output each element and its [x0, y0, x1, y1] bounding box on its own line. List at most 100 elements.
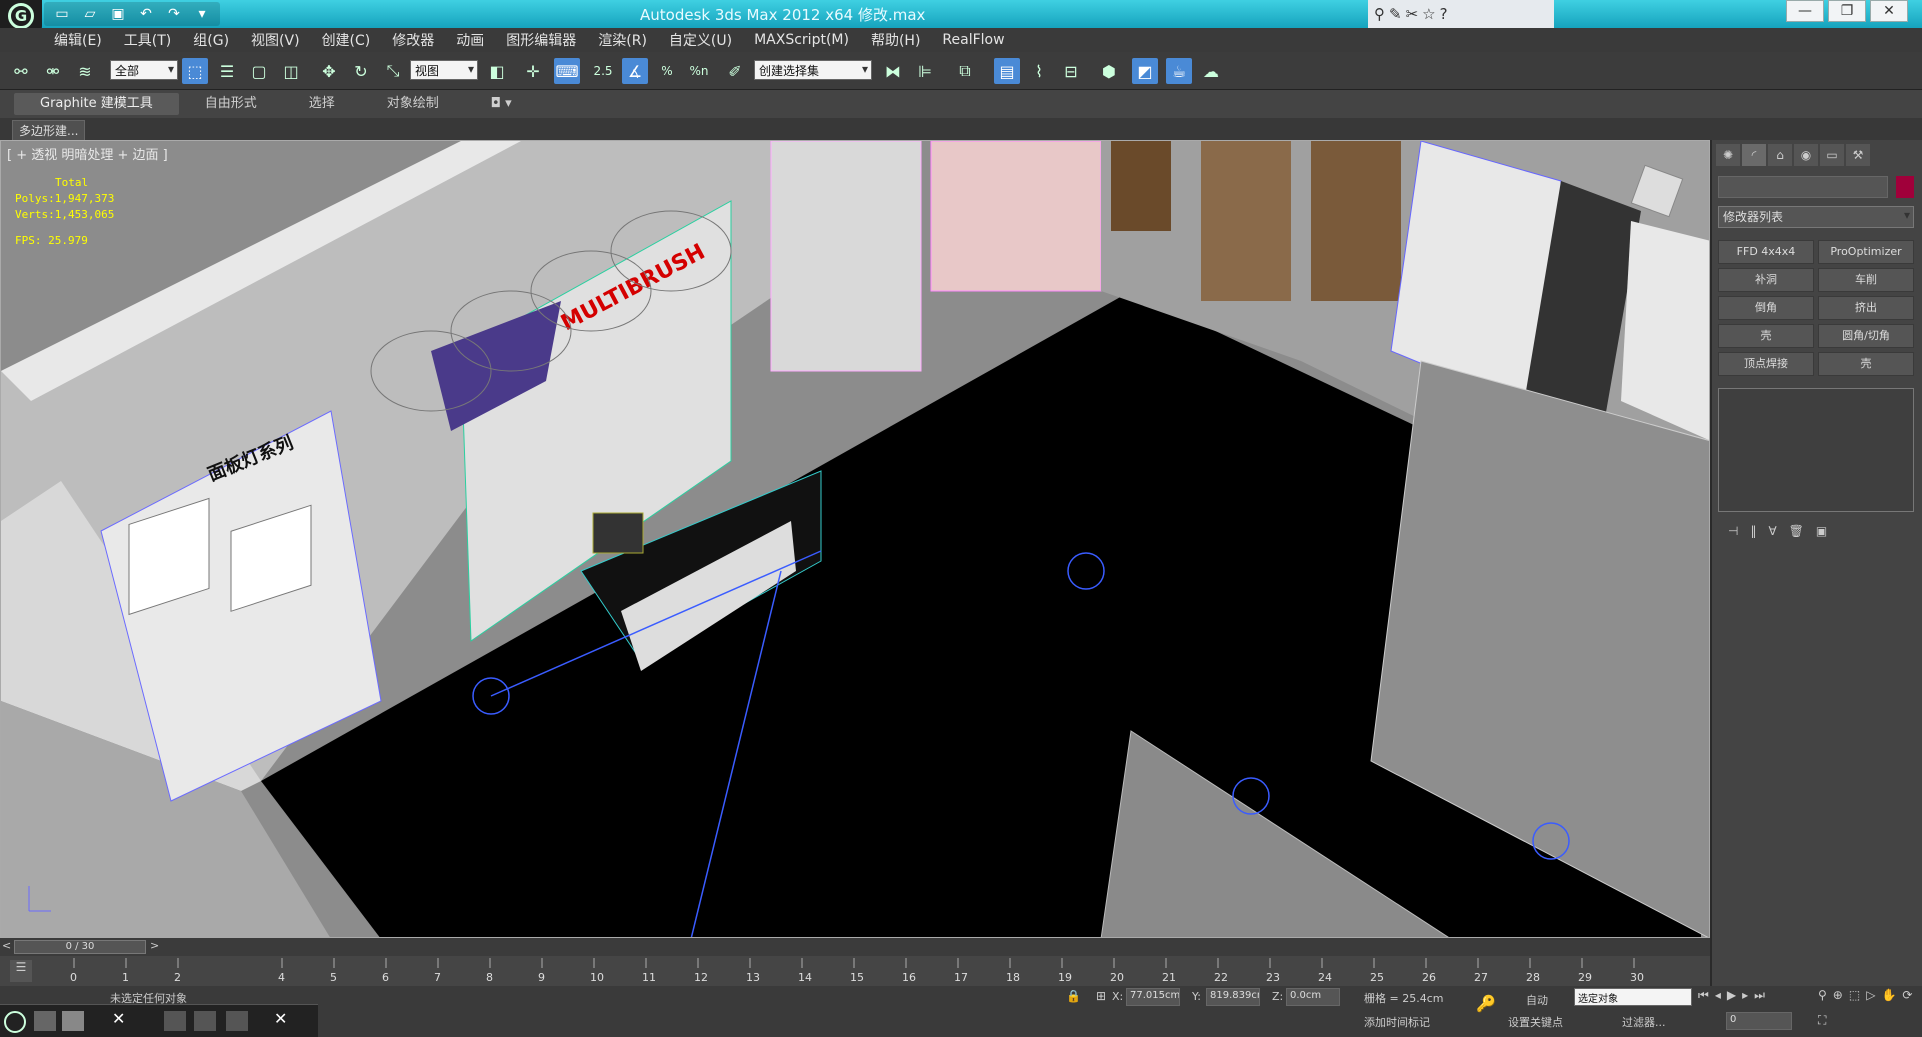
zoom-icon[interactable]: ⚲ — [1818, 988, 1827, 1007]
binoculars-icon[interactable]: ⚲ — [1374, 5, 1385, 23]
rotate-icon[interactable]: ↻ — [348, 58, 374, 84]
time-prev-button[interactable]: < — [2, 939, 11, 952]
menu-maxscript[interactable]: MAXScript(M) — [754, 32, 849, 48]
tab-freeform[interactable]: 自由形式 — [179, 93, 283, 115]
menu-modifiers[interactable]: 修改器 — [392, 30, 434, 50]
material-editor-icon[interactable]: ⬢ — [1096, 58, 1122, 84]
curve-icon[interactable]: ◜ — [1742, 144, 1766, 166]
modifier-lathe-button[interactable]: 车削 — [1818, 268, 1914, 292]
ribbon-options[interactable]: ◘ ▾ — [465, 93, 538, 115]
taskbar-window-5[interactable] — [226, 1011, 248, 1031]
time-slider[interactable]: < 0 / 30 > — [0, 938, 1710, 956]
schematic-view-icon[interactable]: ⊟ — [1058, 58, 1084, 84]
redo-icon[interactable]: ↷ — [162, 3, 186, 25]
menu-customize[interactable]: 自定义(U) — [669, 30, 732, 50]
bind-space-warp-icon[interactable]: ≋ — [72, 58, 98, 84]
auto-key-button[interactable]: 自动 — [1526, 992, 1548, 1008]
menu-tools[interactable]: 工具(T) — [124, 30, 171, 50]
keyboard-shortcut-icon[interactable]: ⌨ — [554, 58, 580, 84]
taskbar-window-2[interactable] — [62, 1011, 84, 1031]
tab-object-paint[interactable]: 对象绘制 — [361, 93, 465, 115]
time-next-button[interactable]: > — [150, 939, 159, 952]
x-coordinate-field[interactable]: 77.015cm — [1126, 988, 1180, 1006]
select-manipulate-icon[interactable]: ✛ — [520, 58, 546, 84]
absolute-mode-icon[interactable]: ⊞ — [1096, 989, 1106, 1003]
rendered-frame-icon[interactable]: ☕ — [1166, 58, 1192, 84]
zoom-extents-icon[interactable]: ⬚ — [1849, 988, 1860, 1007]
maximize-button[interactable]: ❐ — [1828, 0, 1866, 22]
utilities-icon[interactable]: ⚒ — [1846, 144, 1870, 166]
rectangular-selection-icon[interactable]: ▢ — [246, 58, 272, 84]
set-key-button[interactable]: 设置关键点 — [1508, 1014, 1563, 1030]
sun-icon[interactable]: ✺ — [1716, 144, 1740, 166]
next-frame-icon[interactable]: ▸ — [1742, 988, 1748, 1008]
taskbar-window-3[interactable] — [164, 1011, 186, 1031]
modifier-shell2-button[interactable]: 壳 — [1818, 352, 1914, 376]
render-setup-icon[interactable]: ◩ — [1132, 58, 1158, 84]
taskbar-close-icon[interactable]: ✕ — [112, 1009, 134, 1031]
modifier-vertex-weld-button[interactable]: 顶点焊接 — [1718, 352, 1814, 376]
taskbar-app-icon[interactable] — [4, 1011, 26, 1033]
y-coordinate-field[interactable]: 819.839cm — [1206, 988, 1260, 1006]
select-by-name-icon[interactable]: ☰ — [214, 58, 240, 84]
viewport-label[interactable]: [ + 透视 明暗处理 + 边面 ] — [7, 144, 168, 163]
star-icon[interactable]: ☆ — [1422, 5, 1435, 23]
pivot-center-icon[interactable]: ◧ — [484, 58, 510, 84]
menu-help[interactable]: 帮助(H) — [871, 30, 920, 50]
menu-create[interactable]: 创建(C) — [322, 30, 371, 50]
add-time-tag[interactable]: 添加时间标记 — [1364, 1014, 1430, 1030]
link-icon[interactable]: ⚯ — [8, 58, 34, 84]
time-slider-thumb[interactable]: 0 / 30 — [14, 940, 146, 954]
menu-graph-editors[interactable]: 图形编辑器 — [506, 30, 576, 50]
curve-editor-mini-icon[interactable]: ☰ — [10, 960, 32, 982]
object-name-field[interactable] — [1718, 176, 1888, 198]
minimize-button[interactable]: — — [1786, 0, 1824, 22]
pin-icon[interactable]: ✂ — [1406, 5, 1419, 23]
align-icon[interactable]: ⊫ — [912, 58, 938, 84]
dropdown-icon[interactable]: ▾ — [190, 3, 214, 25]
previous-frame-icon[interactable]: ◂ — [1715, 988, 1721, 1008]
modifier-shell-button[interactable]: 壳 — [1718, 324, 1814, 348]
taskbar-window-4[interactable] — [194, 1011, 216, 1031]
taskbar-close-icon-2[interactable]: ✕ — [274, 1009, 296, 1031]
z-coordinate-field[interactable]: 0.0cm — [1286, 988, 1340, 1006]
mirror-icon[interactable]: ⧓ — [880, 58, 906, 84]
open-icon[interactable]: ▱ — [78, 3, 102, 25]
show-end-icon[interactable]: ‖ — [1750, 524, 1756, 546]
perspective-viewport[interactable]: 面板灯系列 MULTIBRUSH [+ 透视 明暗处理 + 边面] Tota… — [0, 140, 1710, 938]
go-to-end-icon[interactable]: ⏭ — [1754, 988, 1765, 1008]
menu-rendering[interactable]: 渲染(R) — [598, 30, 647, 50]
reference-coord-dropdown[interactable]: 视图 — [410, 60, 478, 80]
modifier-chamfer-button[interactable]: 圆角/切角 — [1818, 324, 1914, 348]
selection-filter-dropdown[interactable]: 全部 — [110, 60, 178, 80]
object-color-swatch[interactable] — [1896, 176, 1914, 198]
pan-icon[interactable]: ✋ — [1881, 988, 1896, 1007]
edit-named-selection-icon[interactable]: ✐ — [722, 58, 748, 84]
make-unique-icon[interactable]: ∀ — [1768, 524, 1776, 546]
key-icon[interactable]: 🔑 — [1476, 994, 1496, 1013]
menu-realflow[interactable]: RealFlow — [942, 32, 1004, 48]
remove-modifier-icon[interactable]: 🗑 — [1789, 524, 1804, 546]
modifier-extrude-button[interactable]: 挤出 — [1818, 296, 1914, 320]
tools-icon[interactable]: ✎ — [1389, 5, 1402, 23]
tab-graphite[interactable]: Graphite 建模工具 — [14, 93, 179, 115]
close-button[interactable]: ✕ — [1870, 0, 1908, 22]
select-object-icon[interactable]: ⬚ — [182, 58, 208, 84]
modifier-cap-holes-button[interactable]: 补洞 — [1718, 268, 1814, 292]
modifier-list-dropdown[interactable]: 修改器列表 — [1718, 206, 1914, 228]
unlink-icon[interactable]: ⚮ — [40, 58, 66, 84]
track-bar[interactable]: ☰ 0 1 2 4 5 6 7 8 9 10 11 12 13 14 15 16 17 18 19 20 21 22 23 2… — [0, 956, 1710, 986]
render-icon[interactable]: ☁ — [1198, 58, 1224, 84]
undo-icon[interactable]: ↶ — [134, 3, 158, 25]
menu-animation[interactable]: 动画 — [456, 30, 484, 50]
key-filter-dropdown[interactable]: 选定对象 — [1574, 988, 1692, 1006]
layer-manager-icon[interactable]: ⧉ — [952, 58, 978, 84]
modifier-bevel-button[interactable]: 倒角 — [1718, 296, 1814, 320]
hierarchy-icon[interactable]: ⌂ — [1768, 144, 1792, 166]
curve-editor-icon[interactable]: ⌇ — [1026, 58, 1052, 84]
taskbar-window-1[interactable] — [34, 1011, 56, 1031]
modifier-prooptimizer-button[interactable]: ProOptimizer — [1818, 240, 1914, 264]
motion-icon[interactable]: ◉ — [1794, 144, 1818, 166]
percent-snap-icon[interactable]: % — [654, 58, 680, 84]
menu-view[interactable]: 视图(V) — [251, 30, 300, 50]
